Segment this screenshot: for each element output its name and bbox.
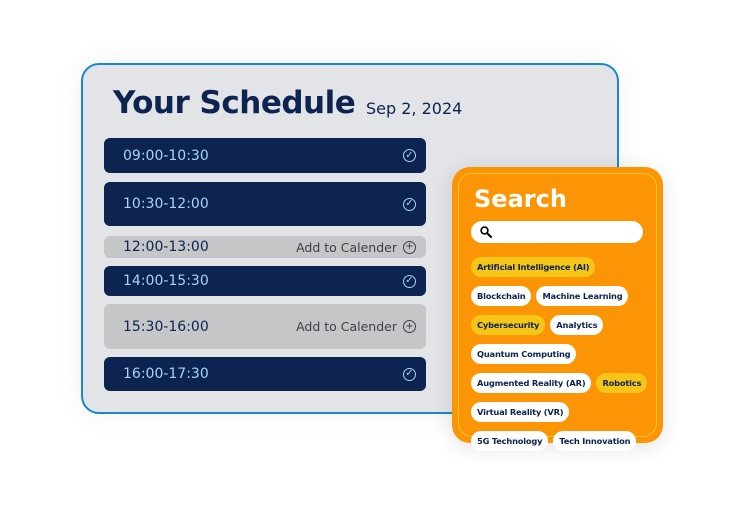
search-title: Search — [474, 185, 567, 213]
slot-time: 14:00-15:30 — [123, 273, 209, 289]
tag-chip[interactable]: Augmented Reality (AR) — [471, 373, 592, 393]
add-to-calendar-button[interactable]: Add to Calender + — [296, 240, 416, 255]
search-input[interactable] — [471, 221, 643, 243]
schedule-title: Your Schedule — [113, 85, 356, 121]
slot-time: 12:00-13:00 — [123, 239, 209, 255]
add-to-calendar-label: Add to Calender — [296, 319, 397, 334]
tag-chip[interactable]: Virtual Reality (VR) — [471, 402, 570, 422]
schedule-slot[interactable]: 09:00-10:30 ✓ — [104, 138, 426, 173]
slot-time: 09:00-10:30 — [123, 147, 209, 164]
tag-chip[interactable]: Cybersecurity — [471, 315, 546, 335]
add-to-calendar-button[interactable]: Add to Calender + — [296, 319, 416, 334]
search-icon — [480, 226, 492, 238]
tag-list: Artificial Intelligence (AI) Blockchain Ma… — [471, 257, 651, 451]
add-to-calendar-label: Add to Calender — [296, 239, 397, 255]
tag-chip[interactable]: Tech Innovation — [553, 431, 637, 451]
check-circle-icon: ✓ — [403, 274, 416, 288]
tag-chip[interactable]: Robotics — [596, 373, 648, 393]
check-circle-icon: ✓ — [403, 367, 416, 381]
slot-time: 16:00-17:30 — [123, 366, 209, 382]
tag-chip[interactable]: Analytics — [550, 315, 604, 335]
plus-circle-icon: + — [403, 320, 416, 333]
slot-time: 15:30-16:00 — [123, 318, 209, 335]
check-circle-icon: ✓ — [403, 197, 416, 211]
plus-circle-icon: + — [403, 240, 416, 254]
schedule-slot[interactable]: 15:30-16:00 Add to Calender + — [104, 304, 426, 349]
schedule-slot[interactable]: 16:00-17:30 ✓ — [104, 357, 426, 391]
check-circle-icon: ✓ — [403, 149, 416, 162]
tag-chip[interactable]: Quantum Computing — [471, 344, 577, 364]
schedule-date: Sep 2, 2024 — [366, 99, 463, 118]
search-panel: Search Artificial Intelligence (AI) Block… — [452, 167, 663, 451]
slot-time: 10:30-12:00 — [123, 196, 209, 212]
schedule-slot[interactable]: 12:00-13:00 Add to Calender + — [104, 236, 426, 258]
schedule-slot[interactable]: 10:30-12:00 ✓ — [104, 182, 426, 226]
tag-chip[interactable]: Machine Learning — [536, 286, 629, 306]
tag-chip[interactable]: 5G Technology — [471, 431, 549, 451]
schedule-slot[interactable]: 14:00-15:30 ✓ — [104, 266, 426, 296]
tag-chip[interactable]: Artificial Intelligence (AI) — [471, 257, 596, 277]
tag-chip[interactable]: Blockchain — [471, 286, 532, 306]
